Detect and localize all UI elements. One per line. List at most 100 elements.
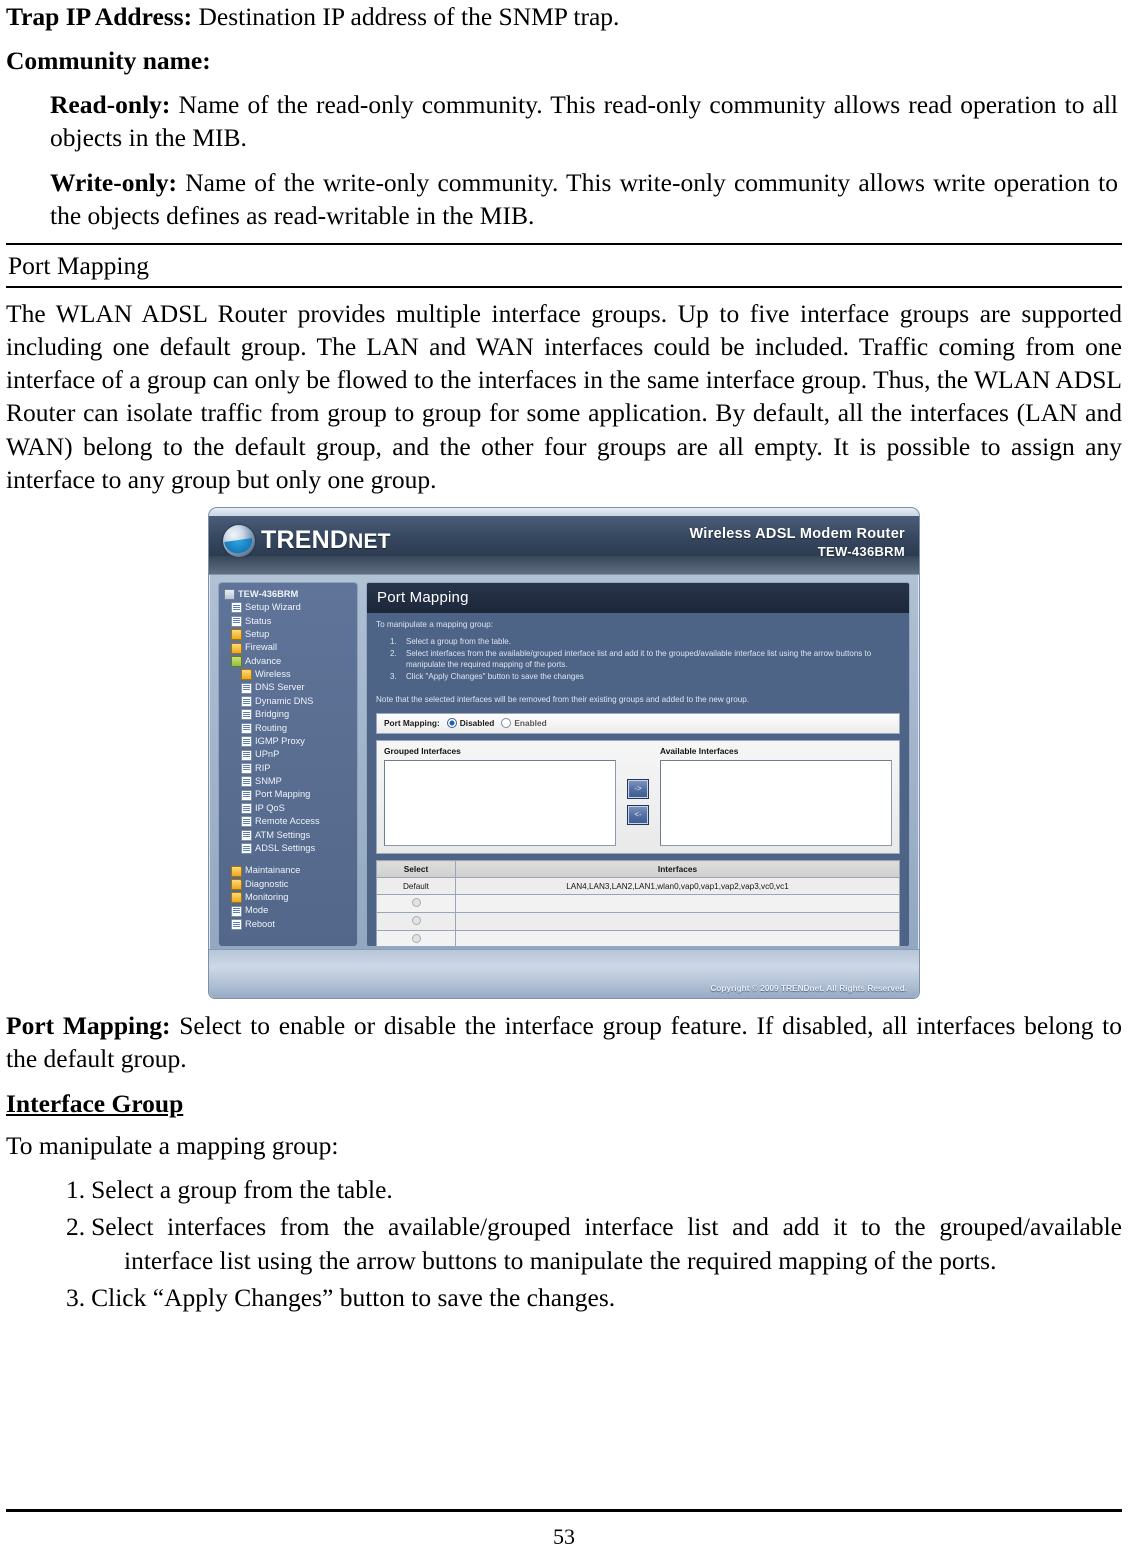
ui-step-text: Select interfaces from the available/gro…: [406, 649, 872, 669]
sidebar-item-label: Remote Access: [255, 816, 320, 827]
ui-note: Note that the selected interfaces will b…: [376, 694, 749, 704]
move-right-button[interactable]: ->: [627, 778, 649, 799]
radio-enabled-label: Enabled: [514, 717, 547, 728]
row-radio-icon[interactable]: [411, 897, 421, 907]
sidebar-item-advance[interactable]: Advance: [224, 655, 353, 668]
available-interfaces-column: Available Interfaces: [660, 745, 892, 847]
radio-option-disabled[interactable]: Disabled: [446, 718, 494, 729]
trap-ip-text: Destination IP address of the SNMP trap.: [192, 2, 620, 31]
router-main-panel: Port Mapping To manipulate a mapping gro…: [366, 581, 910, 947]
document-step-item: 3. Click “Apply Changes” button to save t…: [48, 1281, 1122, 1314]
sidebar-item-label: Setup: [245, 628, 270, 639]
cell-select[interactable]: [376, 912, 456, 932]
main-panel-content: To manipulate a mapping group: 1. Select …: [367, 613, 909, 946]
folder-icon: [231, 878, 242, 890]
sidebar-item-label: Routing: [255, 722, 288, 733]
document-step-number: 1.: [66, 1175, 86, 1205]
manipulate-intro: To manipulate a mapping group:: [376, 619, 493, 629]
sidebar-item-mode[interactable]: Mode: [224, 904, 353, 917]
sidebar-item-routing[interactable]: Routing: [224, 722, 353, 735]
page-icon: [231, 919, 242, 931]
sidebar-item-snmp[interactable]: SNMP: [224, 775, 353, 788]
cell-interfaces: [455, 912, 900, 932]
cell-select[interactable]: [376, 894, 456, 914]
write-only-text: Name of the write-only community. This w…: [50, 167, 1118, 230]
grouped-interfaces-listbox[interactable]: [384, 760, 616, 847]
sidebar-item-setup-wizard[interactable]: Setup Wizard: [224, 601, 353, 614]
cell-interfaces: LAN4,LAN3,LAN2,LAN1,wlan0,vap0,vap1,vap2…: [455, 877, 900, 896]
sidebar-item-wireless[interactable]: Wireless: [224, 668, 353, 681]
sidebar-root-label: TEW-436BRM: [238, 588, 299, 599]
table-row[interactable]: Default LAN4,LAN3,LAN2,LAN1,wlan0,vap0,va…: [376, 877, 900, 896]
logo-upper: TREND: [261, 526, 349, 555]
port-mapping-toggle-bar: Port Mapping: Disabled Enabled: [376, 712, 900, 734]
folder-icon: [231, 865, 242, 877]
sidebar-item-adsl-settings[interactable]: ADSL Settings: [224, 842, 353, 855]
available-interfaces-label: Available Interfaces: [660, 745, 739, 756]
document-step-text: Click “Apply Changes” button to save the…: [91, 1282, 616, 1312]
sidebar-item-status[interactable]: Status: [224, 615, 353, 628]
table-row[interactable]: [376, 930, 900, 946]
row-radio-icon[interactable]: [411, 933, 421, 943]
radio-disabled-icon[interactable]: [446, 718, 457, 729]
radio-enabled-icon[interactable]: [501, 718, 512, 729]
sidebar-item-monitoring[interactable]: Monitoring: [224, 891, 353, 904]
ui-step-number: 2.: [390, 649, 397, 659]
page-icon: [241, 709, 252, 721]
sidebar-item-label: Status: [245, 615, 272, 626]
sidebar-item-atm-settings[interactable]: ATM Settings: [224, 829, 353, 842]
table-row[interactable]: [376, 894, 900, 914]
radio-option-enabled[interactable]: Enabled: [501, 717, 547, 729]
sidebar-item-reboot[interactable]: Reboot: [224, 918, 353, 931]
sidebar-item-remote-access[interactable]: Remote Access: [224, 815, 353, 828]
sidebar-item-dns-server[interactable]: DNS Server: [224, 681, 353, 694]
sidebar-item-maintainance[interactable]: Maintainance: [224, 864, 353, 877]
product-name: Wireless ADSL Modem Router: [689, 525, 905, 542]
router-screenshot-figure: TRENDNET Wireless ADSL Modem Router TEW-…: [208, 506, 920, 999]
sidebar-item-label: Maintainance: [245, 865, 301, 876]
ui-steps-list: 1. Select a group from the table. 2. Select…: [376, 637, 900, 685]
row-radio-icon[interactable]: [411, 915, 421, 925]
sidebar-item-diagnostic[interactable]: Diagnostic: [224, 878, 353, 891]
interface-groups-table: Select Interfaces Default LAN4,LAN3,LAN2,…: [376, 860, 900, 946]
cell-interfaces: [455, 930, 900, 946]
table-header-row: Select Interfaces: [376, 860, 900, 879]
page-number: 53: [553, 1524, 575, 1549]
dual-list-panel: Grouped Interfaces -> <- Available Inter…: [376, 739, 900, 855]
cell-interfaces: [455, 894, 900, 914]
sidebar-root-tew-436brm[interactable]: TEW-436BRM: [224, 588, 353, 601]
sidebar-item-ip-qos[interactable]: IP QoS: [224, 802, 353, 815]
paragraph-body: The WLAN ADSL Router provides multiple i…: [6, 298, 1122, 494]
sidebar-item-igmp-proxy[interactable]: IGMP Proxy: [224, 735, 353, 748]
product-model: TEW-436BRM: [817, 543, 905, 559]
router-web-ui: TRENDNET Wireless ADSL Modem Router TEW-…: [208, 506, 920, 999]
main-panel-title: Port Mapping: [367, 582, 909, 613]
trap-ip-label: Trap IP Address:: [6, 2, 193, 31]
sidebar-item-port-mapping[interactable]: Port Mapping: [224, 788, 353, 801]
table-head: Select Interfaces: [376, 860, 900, 879]
section-header-port-mapping: Port Mapping: [6, 245, 1122, 288]
sidebar-item-label: Advance: [245, 655, 282, 666]
folder-open-icon: [231, 655, 242, 667]
paragraph-write-only: Write-only: Name of the write-only commu…: [50, 166, 1118, 232]
paragraph-manipulate-intro: To manipulate a mapping group:: [6, 1131, 339, 1161]
sidebar-item-firewall[interactable]: Firewall: [224, 641, 353, 654]
cell-select[interactable]: [376, 930, 456, 946]
sidebar-item-bridging[interactable]: Bridging: [224, 708, 353, 721]
sidebar-item-rip[interactable]: RIP: [224, 762, 353, 775]
router-banner: TRENDNET Wireless ADSL Modem Router TEW-…: [209, 515, 919, 575]
sidebar-item-label: Wireless: [255, 669, 291, 680]
device-icon: [224, 589, 235, 601]
available-interfaces-listbox[interactable]: [660, 760, 892, 847]
page-icon: [231, 905, 242, 917]
cell-select[interactable]: Default: [376, 877, 456, 896]
document-step-text: Select interfaces from the available/gro…: [91, 1212, 1122, 1275]
table-body: Default LAN4,LAN3,LAN2,LAN1,wlan0,vap0,va…: [376, 877, 900, 946]
sidebar-item-upnp[interactable]: UPnP: [224, 748, 353, 761]
sidebar-item-dynamic-dns[interactable]: Dynamic DNS: [224, 695, 353, 708]
move-left-button[interactable]: <-: [627, 804, 649, 825]
sidebar-item-setup[interactable]: Setup: [224, 628, 353, 641]
read-only-label: Read-only:: [50, 90, 171, 120]
table-row[interactable]: [376, 912, 900, 932]
window-top-strip: [209, 507, 919, 516]
